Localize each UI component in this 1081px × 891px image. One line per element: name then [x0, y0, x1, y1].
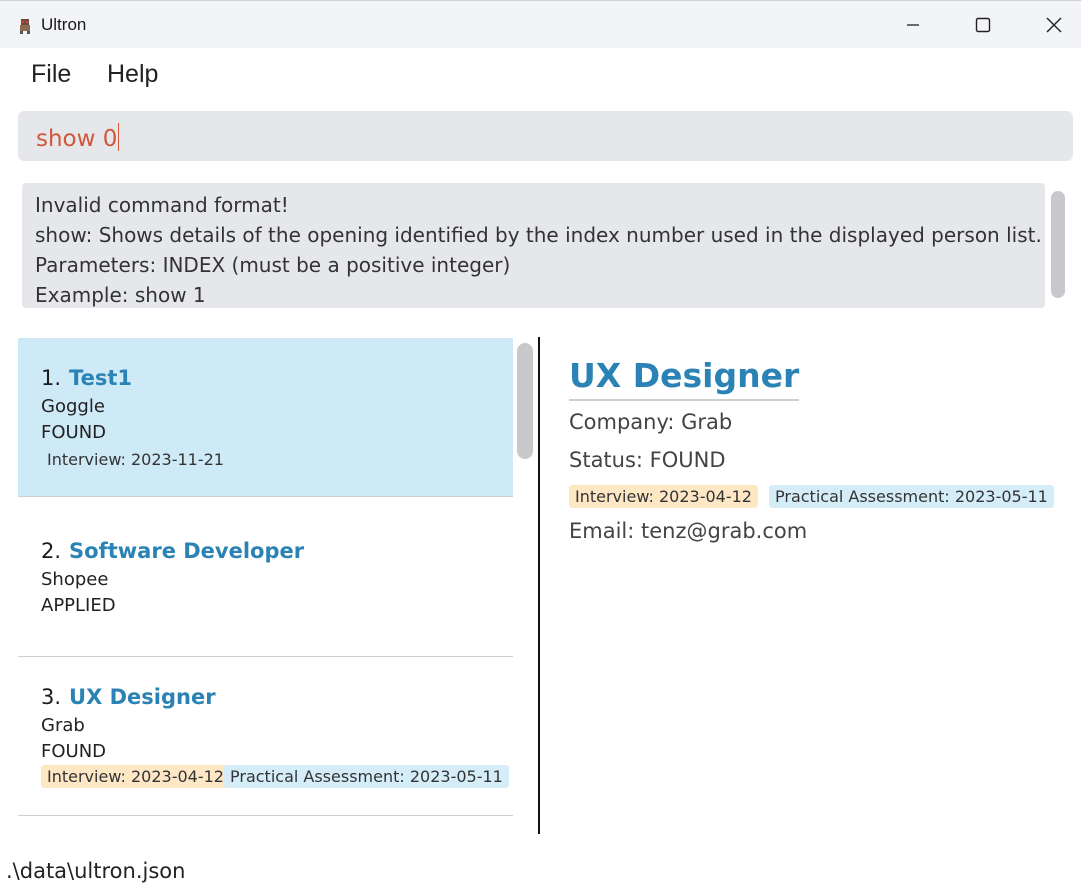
card-status: APPLIED [41, 595, 116, 616]
status-bar-path: .\data\ultron.json [6, 859, 186, 883]
card-role: UX Designer [69, 685, 216, 709]
card-index: 1. [41, 366, 62, 390]
interview-tag: Interview: 2023-11-21 [41, 448, 230, 471]
detail-assessment-tag: Practical Assessment: 2023-05-11 [769, 485, 1054, 508]
app-icon [20, 19, 30, 34]
card-status: FOUND [41, 422, 107, 443]
card-title: 1. Test1 [41, 366, 132, 390]
minimize-button[interactable] [890, 1, 936, 49]
result-line: show: Shows details of the opening ident… [35, 223, 1042, 247]
detail-status: Status: FOUND [569, 448, 726, 472]
result-display[interactable]: Invalid command format! show: Shows deta… [22, 183, 1045, 308]
detail-company: Company: Grab [569, 410, 733, 434]
result-scrollbar[interactable] [1051, 191, 1065, 298]
card-company: Shopee [41, 569, 109, 590]
opening-list[interactable]: 1. Test1 Goggle FOUND Interview: 2023-11-… [18, 338, 514, 833]
card-company: Grab [41, 715, 85, 736]
command-value: show 0 [36, 126, 118, 152]
result-line: Invalid command format! [35, 193, 289, 217]
pane-divider[interactable] [538, 337, 540, 834]
assessment-tag: Practical Assessment: 2023-05-11 [224, 765, 509, 788]
card-title: 2. Software Developer [41, 539, 304, 563]
maximize-button[interactable] [960, 1, 1006, 49]
result-line: Parameters: INDEX (must be a positive in… [35, 253, 511, 277]
interview-tag: Interview: 2023-04-12 [41, 765, 230, 788]
detail-email: Email: tenz@grab.com [569, 519, 808, 543]
card-role: Test1 [69, 366, 132, 390]
text-caret [118, 123, 120, 151]
detail-title: UX Designer [569, 356, 800, 401]
card-status: FOUND [41, 741, 107, 762]
app-window: Ultron File Help show 0 Invalid command … [0, 0, 1081, 891]
maximize-icon [975, 17, 991, 33]
card-index: 2. [41, 539, 62, 563]
list-card-1[interactable]: 1. Test1 Goggle FOUND Interview: 2023-11-… [18, 338, 513, 497]
command-text: show 0 [36, 123, 120, 152]
card-role: Software Developer [69, 539, 305, 563]
card-title: 3. UX Designer [41, 685, 216, 709]
close-icon [1046, 17, 1062, 33]
command-input[interactable]: show 0 [18, 111, 1073, 161]
minimize-icon [907, 24, 919, 26]
window-title: Ultron [41, 15, 87, 34]
close-button[interactable] [1031, 1, 1077, 49]
menu-help[interactable]: Help [107, 60, 158, 89]
title-bar: Ultron [0, 0, 1081, 48]
menu-bar: File Help [0, 48, 1081, 100]
card-company: Goggle [41, 396, 105, 417]
detail-interview-tag: Interview: 2023-04-12 [569, 485, 758, 508]
card-index: 3. [41, 685, 62, 709]
list-scrollbar[interactable] [517, 343, 533, 459]
list-card-2[interactable]: 2. Software Developer Shopee APPLIED [18, 497, 513, 657]
list-card-3[interactable]: 3. UX Designer Grab FOUND Interview: 2023… [18, 657, 513, 816]
menu-file[interactable]: File [31, 60, 71, 89]
result-line: Example: show 1 [35, 283, 206, 307]
